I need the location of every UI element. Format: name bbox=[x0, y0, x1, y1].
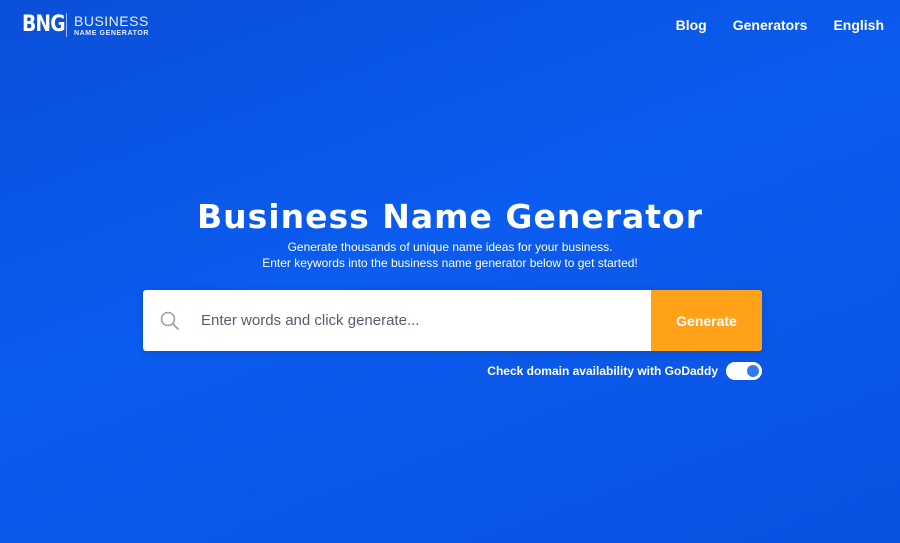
nav-link-generators[interactable]: Generators bbox=[733, 17, 808, 33]
hero-subtitle-line-1: Generate thousands of unique name ideas … bbox=[287, 240, 613, 254]
domain-check-label: Check domain availability with GoDaddy bbox=[487, 364, 718, 378]
logo-mark: BNG bbox=[22, 12, 66, 37]
hero-section: Business Name Generator Generate thousan… bbox=[0, 196, 900, 270]
search-bar: Generate bbox=[143, 290, 762, 351]
logo-text-top: BUSINESS bbox=[74, 12, 149, 29]
logo-text-bottom: NAME GENERATOR bbox=[74, 29, 150, 37]
main-nav: Blog Generators English bbox=[676, 17, 884, 33]
domain-check: Check domain availability with GoDaddy bbox=[487, 362, 762, 380]
page-title: Business Name Generator bbox=[197, 197, 703, 236]
search-input[interactable] bbox=[197, 290, 651, 351]
site-header: BNG BUSINESS NAME GENERATOR Blog Generat… bbox=[0, 0, 900, 52]
search-icon bbox=[143, 290, 197, 351]
site-logo[interactable]: BNG BUSINESS NAME GENERATOR bbox=[22, 13, 149, 37]
generate-button[interactable]: Generate bbox=[651, 290, 762, 351]
logo-divider bbox=[66, 13, 67, 37]
hero-subtitle-line-2: Enter keywords into the business name ge… bbox=[262, 256, 638, 270]
nav-link-blog[interactable]: Blog bbox=[676, 17, 707, 33]
logo-text: BUSINESS NAME GENERATOR bbox=[74, 14, 149, 37]
toggle-knob bbox=[747, 365, 759, 377]
nav-link-language[interactable]: English bbox=[833, 17, 884, 33]
domain-check-toggle[interactable] bbox=[726, 362, 762, 380]
